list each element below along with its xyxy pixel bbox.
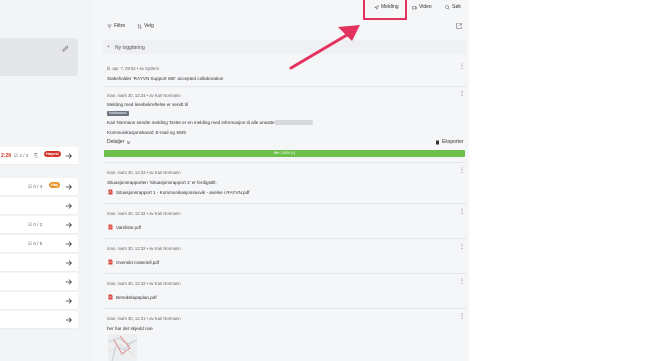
export-button[interactable]: Eksporter xyxy=(435,139,463,145)
priority-badge: Høyest xyxy=(44,151,61,157)
sort-icon xyxy=(137,23,142,29)
incident-list-panel: 2:28 ☑ 2 / 3 ⎘ Høyest ☑ 0 / 3 Høy ☑ 0 / … xyxy=(0,0,92,361)
entry-text: Melding med lesebekreftelse er sendt til xyxy=(107,102,188,107)
entry-text: Stakeholder 'RAYVN Support WE' accepted … xyxy=(107,76,224,81)
edit-pencil-icon[interactable] xyxy=(62,45,69,52)
list-item[interactable] xyxy=(0,292,78,310)
divider xyxy=(103,162,466,163)
entry-meta: til. apr. 7, 08:52 • av System xyxy=(107,66,159,71)
list-item[interactable] xyxy=(0,273,78,291)
entry-meta: man. mars 30, 12:34 • av Kari Normann xyxy=(107,93,181,98)
task-count: ☑ 0 / 5 xyxy=(28,241,43,246)
arrow-right-icon[interactable] xyxy=(65,316,73,324)
pdf-attachment[interactable]: Varsliste.pdf xyxy=(108,224,141,230)
progress-label: Ble: 100% (1) xyxy=(273,151,296,155)
message-highlight-box xyxy=(363,0,407,20)
details-toggle[interactable]: Detaljer xyxy=(107,139,131,145)
map-image xyxy=(108,334,137,361)
pdf-attachment[interactable]: Oversikt materiell.pdf xyxy=(108,259,159,265)
arrow-right-icon[interactable] xyxy=(65,259,73,267)
arrow-right-icon[interactable] xyxy=(65,152,73,160)
row-time: 2:28 xyxy=(1,153,12,159)
pdf-file-icon xyxy=(108,259,113,265)
incident-header-card xyxy=(0,38,78,76)
attachment-icon: ⎘ xyxy=(34,152,39,159)
pdf-file-icon xyxy=(108,224,113,230)
task-count: ☑ 0 / 3 xyxy=(28,184,43,189)
list-item[interactable]: ☑ 0 / 5 xyxy=(0,235,78,253)
recipient-tag: Kristiansand xyxy=(107,111,129,116)
read-progress-bar: Ble: 100% (1) xyxy=(104,150,465,157)
priority-badge: Høy xyxy=(49,182,61,188)
more-options-icon[interactable]: ⋮ xyxy=(459,168,465,174)
export-label: Eksporter xyxy=(442,139,464,145)
divider xyxy=(103,203,466,204)
file-name: Beredskapsplan.pdf xyxy=(116,294,157,300)
arrow-right-icon[interactable] xyxy=(65,202,73,210)
divider xyxy=(103,308,466,309)
external-link-icon[interactable] xyxy=(456,23,462,29)
filter-button[interactable]: Filtre xyxy=(107,23,125,29)
arrow-right-icon[interactable] xyxy=(65,278,73,286)
more-options-icon[interactable]: ⋮ xyxy=(459,91,465,97)
more-options-icon[interactable]: ⋮ xyxy=(459,64,465,70)
chevron-double-down-icon xyxy=(127,140,131,144)
file-name: Situasjonsrapport 1 - Kommunikasjonsavvi… xyxy=(116,189,250,195)
search-icon xyxy=(445,4,450,10)
video-icon xyxy=(412,5,417,9)
file-name: Varsliste.pdf xyxy=(116,224,141,230)
more-options-icon[interactable]: ⋮ xyxy=(459,279,465,285)
arrow-right-icon[interactable] xyxy=(65,297,73,305)
empty-area xyxy=(469,0,670,361)
more-options-icon[interactable]: ⋮ xyxy=(459,244,465,250)
pdf-file-icon xyxy=(108,294,113,300)
plus-icon: + xyxy=(107,44,110,50)
pdf-attachment[interactable]: Beredskapsplan.pdf xyxy=(108,294,157,300)
pdf-attachment[interactable]: Situasjonsrapport 1 - Kommunikasjonsavvi… xyxy=(108,189,249,195)
entry-channel: Kommunikasjonskanal: E-mail og SMS xyxy=(107,130,187,135)
list-item[interactable]: ☑ 0 / 2 xyxy=(0,216,78,234)
entry-text: Situasjonsrapporten 'Situasjonsrapport 1… xyxy=(107,180,217,185)
task-count: ☑ 0 / 2 xyxy=(28,222,43,227)
list-item[interactable] xyxy=(0,311,78,329)
choose-label: Velg xyxy=(144,23,154,29)
filter-icon xyxy=(107,24,112,28)
entry-text-detail: Kari Normann sendte melding 'Dette er en… xyxy=(107,120,282,125)
file-name: Oversikt materiell.pdf xyxy=(116,259,160,265)
task-count: ☑ 2 / 3 xyxy=(14,153,29,158)
choose-button[interactable]: Velg xyxy=(137,23,154,29)
entry-text: her har det skjedd noe xyxy=(107,326,153,331)
filter-label: Filtre xyxy=(114,23,126,29)
divider xyxy=(103,273,466,274)
divider xyxy=(103,238,466,239)
list-item[interactable] xyxy=(0,197,78,215)
new-log-input[interactable]: + Ny loggføring xyxy=(103,40,466,54)
divider xyxy=(103,86,466,87)
entry-meta: man. mars 30, 12:32 • av Kari Normann xyxy=(107,211,181,216)
list-item[interactable]: 2:28 ☑ 2 / 3 ⎘ Høyest xyxy=(0,147,78,165)
details-label: Detaljer xyxy=(107,139,125,145)
entry-meta: man. mars 30, 12:32 • av Kari Normann xyxy=(107,281,181,286)
entry-meta: man. mars 30, 12:32 • av Kari Normann xyxy=(107,246,181,251)
redacted-recipient xyxy=(275,120,313,125)
map-image-thumbnail[interactable] xyxy=(108,334,137,361)
arrow-right-icon[interactable] xyxy=(65,183,73,191)
search-label: Søk xyxy=(452,4,461,10)
arrow-right-icon[interactable] xyxy=(65,221,73,229)
list-item[interactable] xyxy=(0,254,78,272)
more-options-icon[interactable]: ⋮ xyxy=(459,314,465,320)
video-button[interactable]: Video xyxy=(412,4,432,10)
arrow-right-icon[interactable] xyxy=(65,240,73,248)
video-label: Video xyxy=(419,4,432,10)
export-icon xyxy=(436,140,439,144)
list-item[interactable]: ☑ 0 / 3 Høy xyxy=(0,178,78,196)
pdf-file-icon xyxy=(108,189,113,195)
more-options-icon[interactable]: ⋮ xyxy=(459,209,465,215)
search-button[interactable]: Søk xyxy=(445,4,461,10)
new-log-placeholder: Ny loggføring xyxy=(115,45,145,51)
entry-meta: man. mars 30, 12:33 • av Kari Normann xyxy=(107,170,181,175)
entry-meta: man. mars 30, 12:31 • av Kari Normann xyxy=(107,316,181,321)
